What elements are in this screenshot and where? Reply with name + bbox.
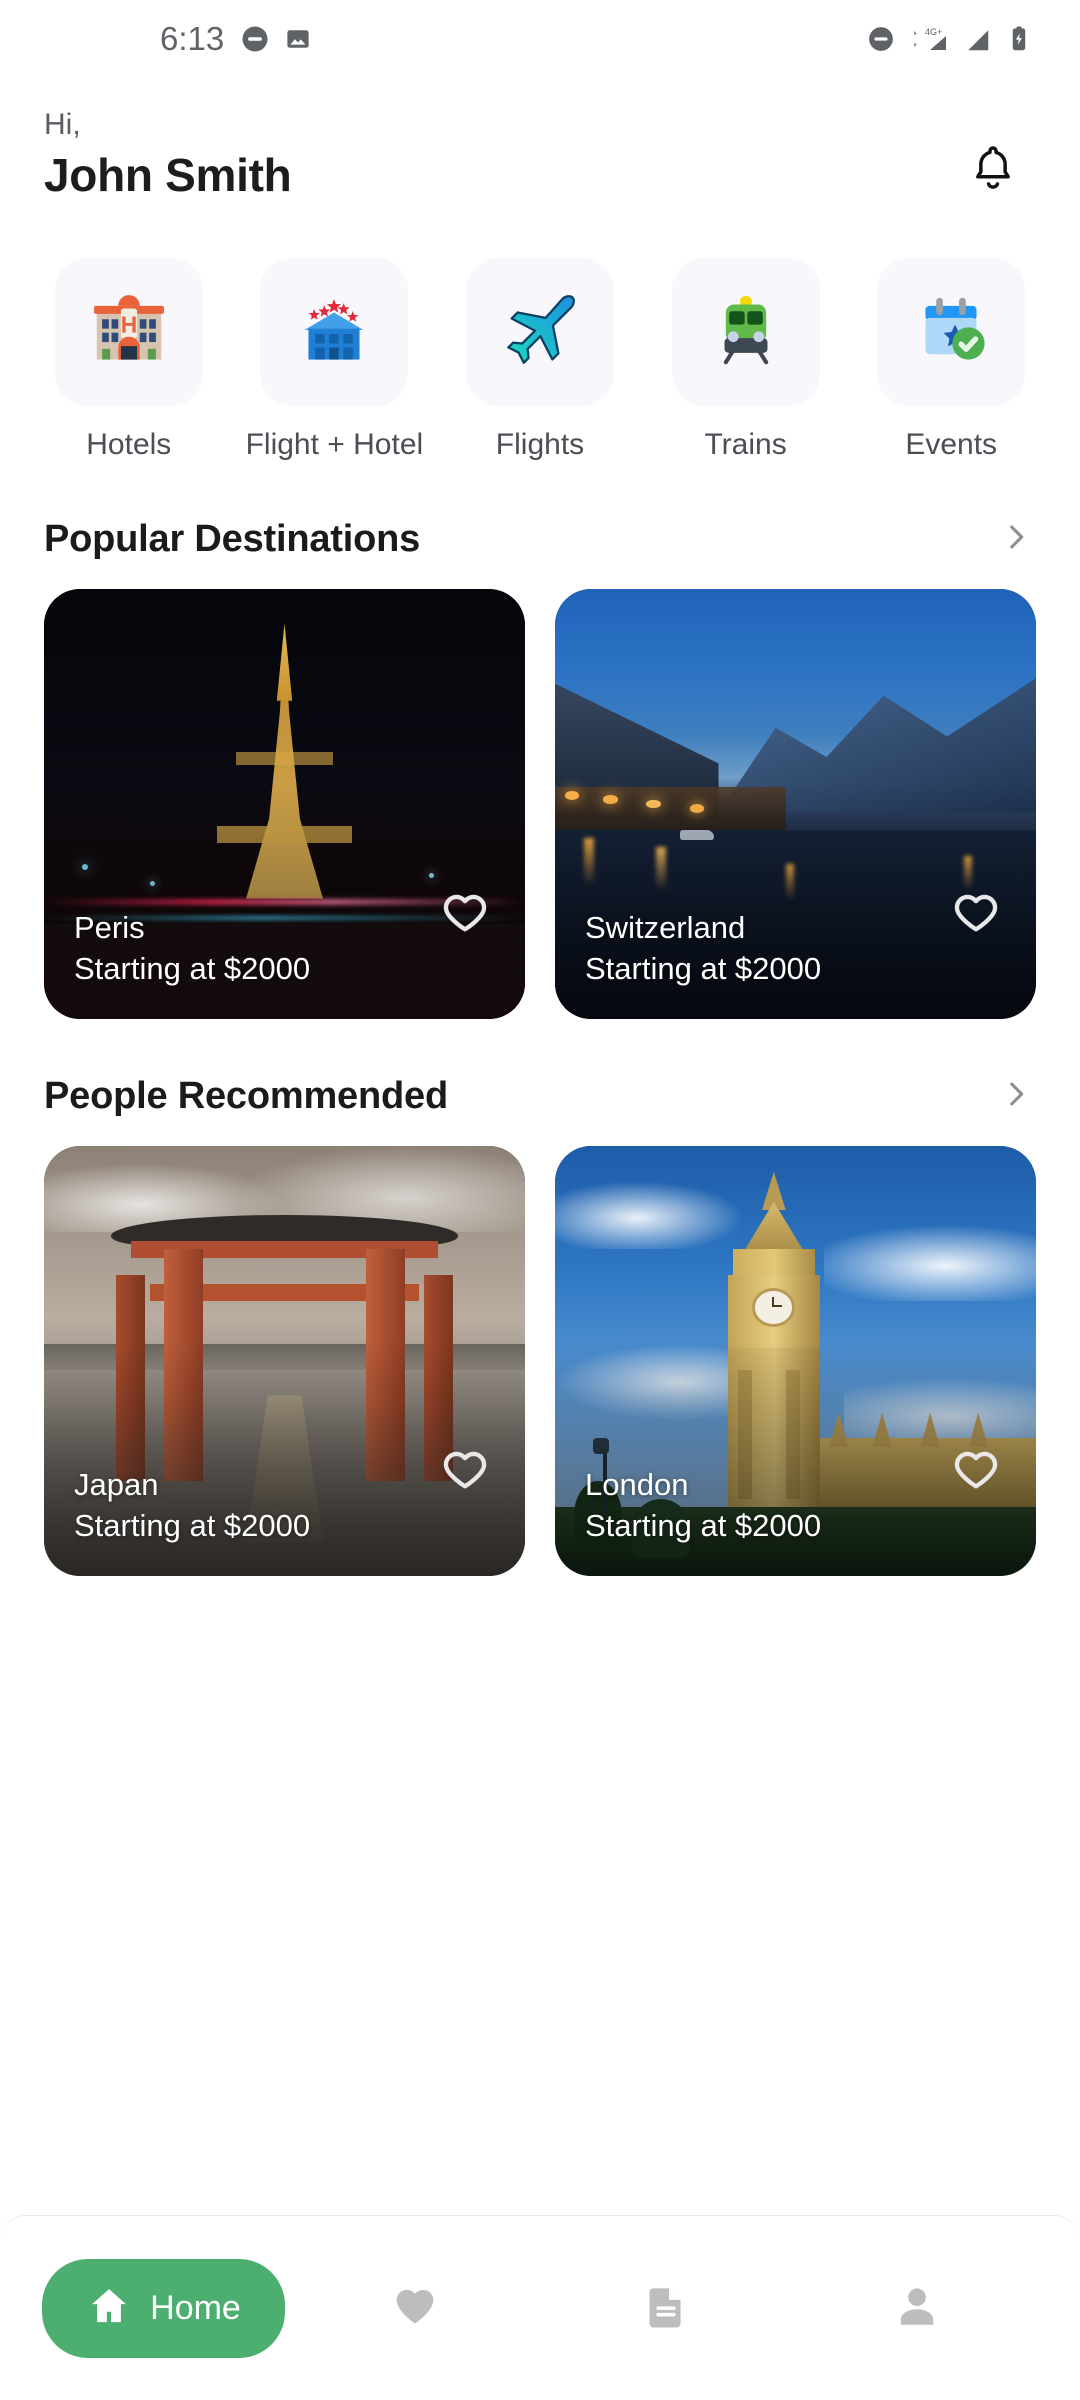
category-label: Events [905, 428, 998, 461]
card-text-block: Peris Starting at $2000 [74, 908, 310, 989]
category-tile[interactable] [877, 258, 1026, 406]
nav-item-home[interactable]: Home [38, 2258, 289, 2358]
chevron-right-icon[interactable] [999, 520, 1033, 559]
nav-item-profile[interactable] [791, 2282, 1042, 2335]
category-tile[interactable] [671, 258, 820, 406]
nav-home-label: Home [150, 2288, 241, 2327]
calendar-star-check-icon [908, 287, 994, 378]
hotel-building-icon: H [86, 287, 172, 378]
category-row: H Hotels Flight + Hotel Flights Trains E… [0, 214, 1080, 462]
destination-card-switzerland[interactable]: Switzerland Starting at $2000 [555, 589, 1036, 1019]
category-tile[interactable]: H [54, 258, 203, 406]
greeting-text: Hi, [44, 108, 81, 141]
heart-outline-icon[interactable] [950, 889, 1002, 941]
card-row-popular-destinations: Peris Starting at $2000 Switzerland Star… [0, 589, 1080, 1019]
bell-icon[interactable] [965, 141, 1021, 202]
heart-icon[interactable] [390, 2281, 440, 2336]
status-bar-time: 6:13 [160, 20, 225, 57]
card-price: Starting at $2000 [585, 1507, 822, 1543]
card-text-block: Japan Starting at $2000 [74, 1465, 310, 1546]
signal-4g-plus-icon: 4G+ [908, 24, 950, 54]
card-price: Starting at $2000 [74, 950, 311, 986]
card-price: Starting at $2000 [74, 1507, 311, 1543]
train-icon [703, 287, 789, 378]
card-city-name: Japan [74, 1467, 159, 1503]
nav-item-favorites[interactable] [289, 2281, 540, 2336]
document-icon[interactable] [643, 2283, 689, 2334]
category-item-flights[interactable]: Flights [437, 258, 643, 462]
section-title: People Recommended [44, 1075, 448, 1117]
status-bar-left-icons [240, 24, 313, 54]
section-see-all-button[interactable] [996, 1077, 1036, 1117]
do-not-disturb-icon [240, 24, 270, 54]
card-city-name: London [585, 1467, 689, 1503]
chevron-right-icon[interactable] [999, 1077, 1033, 1116]
person-icon[interactable] [893, 2282, 941, 2335]
category-item-flight-hotel[interactable]: Flight + Hotel [232, 258, 438, 462]
card-city-name: Switzerland [585, 910, 746, 946]
signal-bars-icon [962, 24, 992, 54]
category-label: Flights [495, 428, 585, 461]
bottom-navigation-bar: Home [0, 2215, 1080, 2400]
heart-outline-icon[interactable] [439, 889, 491, 941]
status-bar-right-icons: 4G+ [866, 24, 1034, 54]
heart-outline-icon[interactable] [439, 1446, 491, 1498]
category-item-hotels[interactable]: H Hotels [26, 258, 232, 462]
section-header-people-recommended: People Recommended [0, 1075, 1080, 1118]
card-city-name: Peris [74, 910, 145, 946]
notification-button[interactable] [950, 128, 1036, 214]
svg-text:H: H [121, 311, 138, 337]
greeting-block: Hi, John Smith [44, 106, 950, 204]
card-text-block: Switzerland Starting at $2000 [585, 908, 821, 989]
network-type-label: 4G+ [925, 27, 942, 37]
section-title: Popular Destinations [44, 518, 421, 560]
heart-outline-icon[interactable] [950, 1446, 1002, 1498]
mute-icon [866, 24, 896, 54]
user-name-text: John Smith [44, 148, 292, 201]
card-price: Starting at $2000 [585, 950, 822, 986]
destination-card-japan[interactable]: Japan Starting at $2000 [44, 1146, 525, 1576]
card-text-block: London Starting at $2000 [585, 1465, 821, 1546]
destination-card-london[interactable]: London Starting at $2000 [555, 1146, 1036, 1576]
category-label: Trains [704, 428, 787, 461]
destination-card-paris[interactable]: Peris Starting at $2000 [44, 589, 525, 1019]
category-tile[interactable] [465, 258, 614, 406]
category-label: Flight + Hotel [245, 428, 424, 461]
image-icon [283, 24, 313, 54]
card-row-people-recommended: Japan Starting at $2000 London Starting … [0, 1146, 1080, 1576]
category-label: Hotels [86, 428, 172, 461]
category-item-events[interactable]: Events [848, 258, 1054, 462]
home-icon [86, 2283, 132, 2334]
nav-home-pill[interactable]: Home [42, 2258, 285, 2358]
five-star-hotel-icon [291, 287, 377, 378]
section-see-all-button[interactable] [996, 520, 1036, 560]
section-header-popular-destinations: Popular Destinations [0, 518, 1080, 561]
category-item-trains[interactable]: Trains [643, 258, 849, 462]
nav-item-bookings[interactable] [540, 2283, 791, 2334]
battery-charging-icon [1004, 24, 1034, 54]
status-bar: 6:13 4G+ [0, 0, 1080, 78]
app-header: Hi, John Smith [0, 78, 1080, 214]
airplane-icon [494, 284, 586, 381]
category-tile[interactable] [260, 258, 409, 406]
